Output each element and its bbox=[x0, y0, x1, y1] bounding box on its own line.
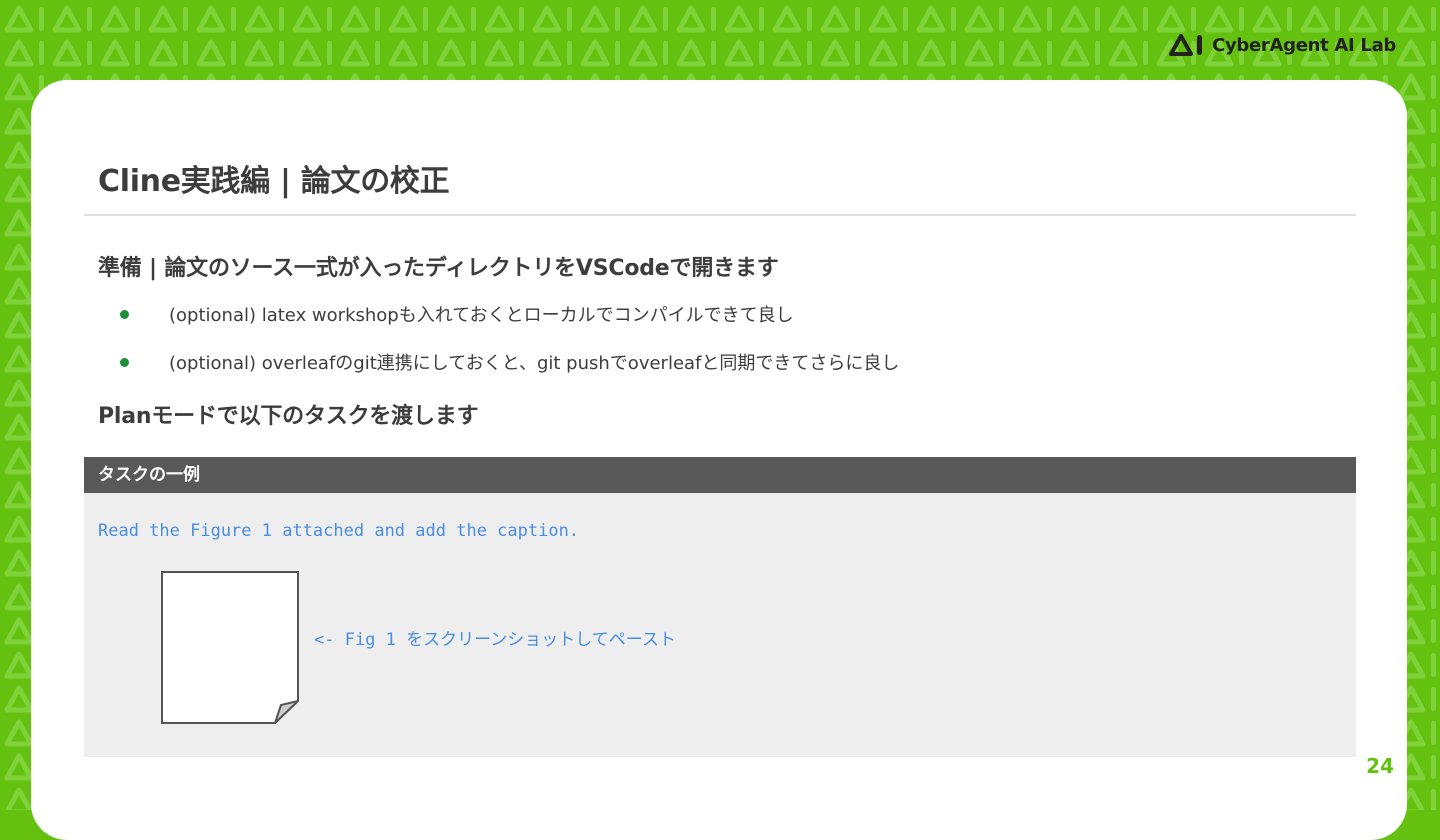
bullet-dot-icon bbox=[120, 357, 129, 367]
bullet-text: (optional) latex workshopも入れておくとローカルでコンパ… bbox=[169, 305, 794, 326]
bullet-dot-icon bbox=[120, 309, 129, 319]
bullet-item: (optional) latex workshopも入れておくとローカルでコンパ… bbox=[120, 301, 794, 327]
bullet-text: (optional) overleafのgit連携にしておくと、git push… bbox=[169, 353, 900, 374]
section-heading-plan: Planモードで以下のタスクを渡します bbox=[98, 404, 479, 429]
slide-title: Cline実践編 | 論文の校正 bbox=[98, 164, 450, 199]
bullet-item: (optional) overleafのgit連携にしておくと、git push… bbox=[120, 349, 899, 375]
brand-name: CyberAgent AI Lab bbox=[1212, 34, 1396, 56]
figure-paste-note: <- Fig 1 をスクリーンショットしてペースト bbox=[314, 630, 676, 650]
document-placeholder-icon bbox=[161, 571, 299, 724]
task-box-body: Read the Figure 1 attached and add the c… bbox=[84, 493, 1356, 757]
brand-mark-icon bbox=[1169, 34, 1203, 56]
task-code-line: Read the Figure 1 attached and add the c… bbox=[98, 521, 580, 541]
brand-logo: CyberAgent AI Lab bbox=[1168, 32, 1396, 58]
page-number: 24 bbox=[1366, 754, 1394, 778]
title-divider bbox=[84, 214, 1356, 216]
task-box-header: タスクの一例 bbox=[84, 457, 1356, 493]
section-heading-prep: 準備 | 論文のソース一式が入ったディレクトリをVSCodeで開きます bbox=[98, 256, 779, 281]
